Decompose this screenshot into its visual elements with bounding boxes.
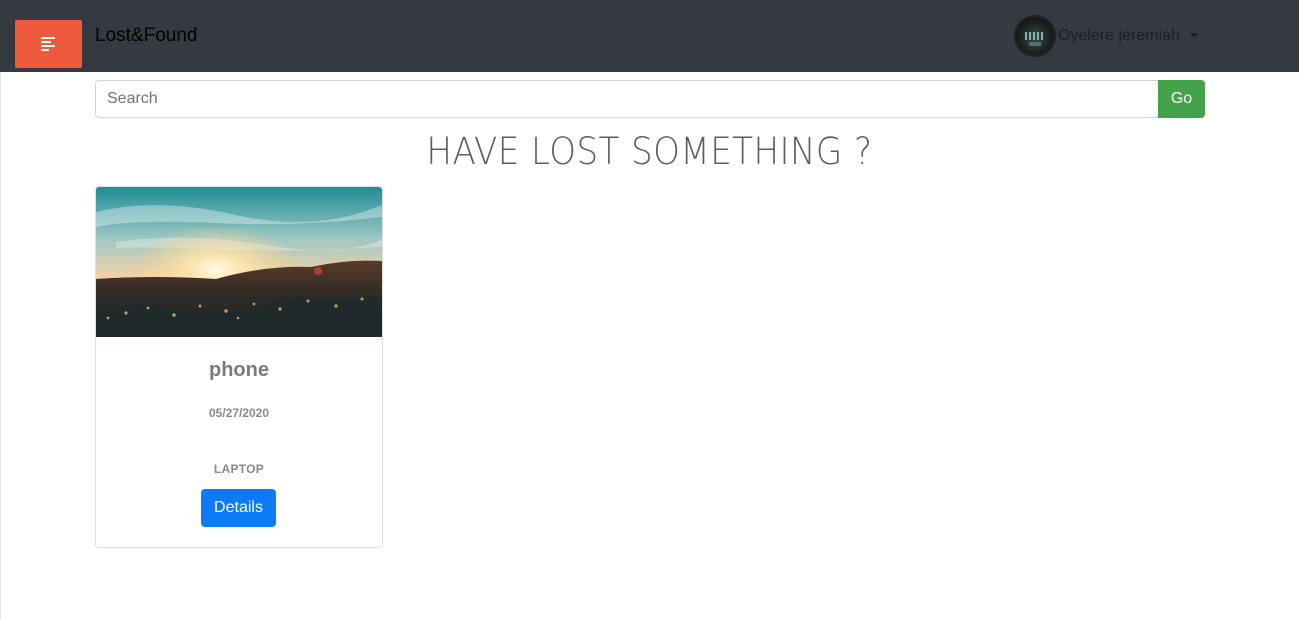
hamburger-icon	[40, 37, 55, 51]
search-input[interactable]	[95, 80, 1158, 118]
item-title: phone	[209, 359, 269, 381]
go-button[interactable]: Go	[1158, 80, 1205, 118]
item-image	[96, 187, 382, 337]
brand-logo-text[interactable]: Lost&Found	[95, 24, 197, 48]
user-name: Oyelere jeremiah	[1058, 27, 1180, 44]
user-menu-dropdown[interactable]: Oyelere jeremiah	[1014, 15, 1198, 57]
top-navbar: Lost&Found Oyelere jeremiah	[0, 0, 1299, 72]
item-category: LAPTOP	[213, 462, 265, 476]
item-date: 05/27/2020	[208, 406, 270, 420]
search-bar: Go	[95, 80, 1205, 118]
sidebar-toggle-button[interactable]	[15, 20, 82, 68]
caret-down-icon	[1189, 32, 1198, 38]
avatar	[1014, 15, 1056, 57]
details-button[interactable]: Details	[201, 489, 276, 527]
page-left-border	[0, 72, 1, 620]
page-heading: HAVE LOST SOMETHING ?	[426, 130, 873, 173]
item-card: phone 05/27/2020 LAPTOP Details	[95, 186, 383, 548]
